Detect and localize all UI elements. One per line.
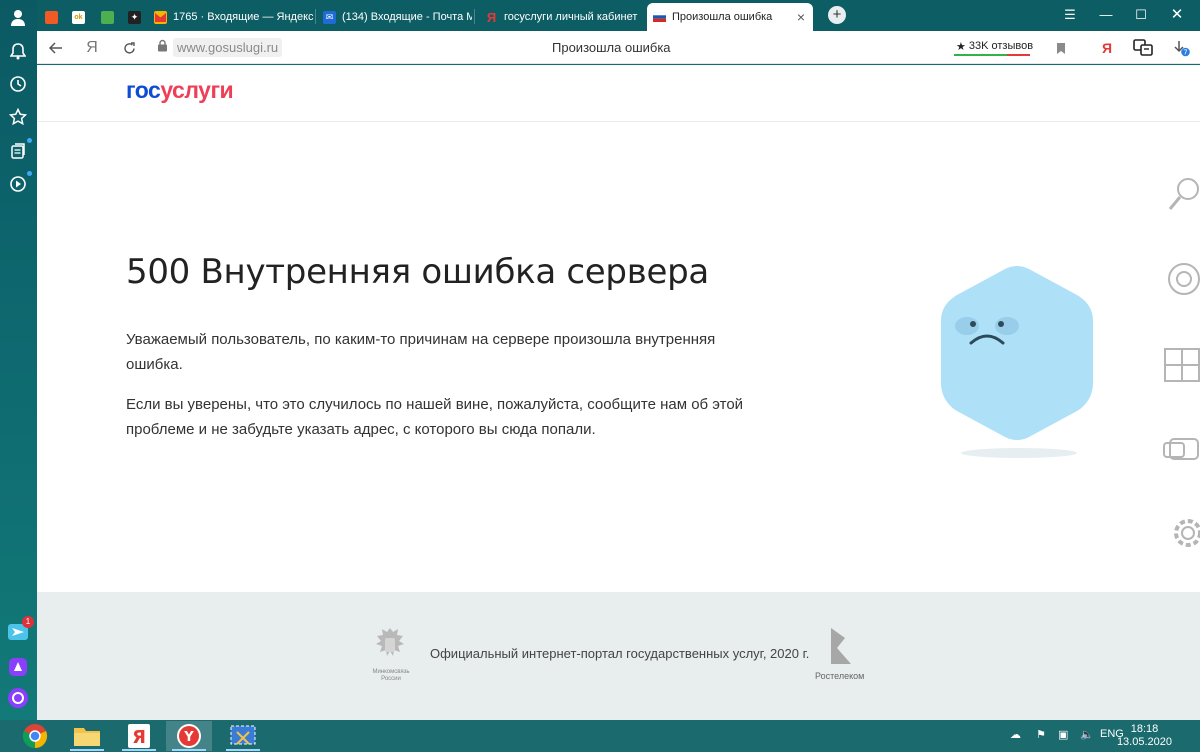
favicon-ok-icon: ok	[72, 10, 85, 24]
gosuslugi-logo[interactable]: госуслуги	[126, 77, 234, 104]
rostelecom-logo-icon[interactable]	[827, 626, 857, 666]
system-clock[interactable]: 18:18 13.05.2020	[1117, 723, 1172, 749]
page-title: Произошла ошибка	[552, 40, 671, 55]
tab-strip: ok ✦ 1765 · Входящие — Яндекс ✉ (134) Вх…	[37, 0, 1200, 31]
svg-text:Y: Y	[183, 730, 194, 745]
yandex-logo-icon: Я	[486, 9, 497, 25]
error-paragraph-1: Уважаемый пользователь, по каким-то прич…	[126, 331, 716, 373]
network-icon[interactable]	[1160, 257, 1200, 301]
alice-voice-icon[interactable]	[6, 686, 30, 710]
tab-pinned-4[interactable]: ✦	[122, 3, 148, 31]
windows-icon[interactable]	[1160, 343, 1200, 387]
error-paragraph-2: Если вы уверены, что это случилось по на…	[126, 396, 744, 438]
lock-icon	[157, 39, 168, 57]
tab-title: (134) Входящие - Почта Mail.ru	[342, 11, 472, 23]
tab-gosuslugi-search[interactable]: Я госуслуги личный кабинет	[479, 3, 639, 31]
close-tab-icon[interactable]: ×	[797, 9, 805, 25]
back-icon[interactable]	[46, 38, 66, 58]
reviews-button[interactable]: ★ 33K отзывов	[954, 37, 1035, 55]
url-text[interactable]: www.gosuslugi.ru	[173, 38, 283, 57]
translate-icon[interactable]	[1133, 38, 1153, 58]
settings-gear-icon[interactable]	[1160, 511, 1200, 555]
tab-title: Произошла ошибка	[672, 11, 773, 23]
alice-app-icon[interactable]	[6, 655, 30, 679]
collections-icon[interactable]	[6, 138, 32, 163]
tab-pinned-2[interactable]: ok	[66, 3, 92, 31]
russia-flag-icon	[653, 11, 666, 24]
favicon-orange-icon	[45, 10, 58, 24]
notifications-icon[interactable]	[6, 39, 30, 63]
mail-envelope-icon	[154, 10, 167, 24]
address-bar: Я www.gosuslugi.ru Произошла ошибка ★ 33…	[37, 31, 1200, 64]
video-icon[interactable]	[6, 171, 32, 196]
tab-yandex-mail[interactable]: 1765 · Входящие — Яндекс	[148, 3, 314, 31]
history-icon[interactable]	[6, 72, 30, 96]
tab-pinned-3[interactable]	[95, 3, 121, 31]
new-tab-button[interactable]: +	[828, 6, 846, 24]
browser-sidebar: 1	[0, 0, 37, 720]
sad-mascot-illustration	[927, 265, 1127, 470]
tray-flag-icon[interactable]: ⚑	[1036, 728, 1046, 741]
tab-title: госуслуги личный кабинет	[504, 11, 638, 23]
messenger-badge: 1	[22, 616, 34, 628]
windows-taskbar: Я Y ☁ ⚑ ▣ 🔈 ENG 18:18 13.05.2020	[0, 720, 1200, 752]
url-field[interactable]: www.gosuslugi.ru	[157, 38, 283, 57]
tab-pinned-1[interactable]	[39, 3, 65, 31]
error-title: 500 Внутренняя ошибка сервера	[126, 252, 709, 292]
ministry-caption: Минкомсвязь России	[372, 669, 410, 682]
svg-text:7: 7	[1183, 49, 1187, 57]
yandex-home-icon[interactable]: Я	[82, 38, 102, 58]
maximize-icon[interactable]: ☐	[1132, 6, 1150, 24]
devices-icon[interactable]	[1160, 427, 1200, 471]
reviews-rating-bar	[954, 54, 1030, 56]
favicon-star-icon: ✦	[128, 10, 141, 24]
tab-title: 1765 · Входящие — Яндекс	[173, 11, 314, 23]
downloads-icon[interactable]: 7	[1171, 38, 1191, 58]
clock-date: 13.05.2020	[1116, 736, 1172, 748]
menu-icon[interactable]: ☰	[1061, 6, 1079, 24]
close-window-icon[interactable]: ✕	[1168, 6, 1186, 24]
yandex-browser-taskbar-icon[interactable]: Я	[116, 721, 162, 751]
tray-volume-icon[interactable]: 🔈	[1080, 728, 1094, 741]
search-icon[interactable]	[1160, 173, 1200, 217]
clock-time: 18:18	[1130, 723, 1159, 735]
page-content: госуслуги 500 Внутренняя ошибка сервера …	[37, 65, 1200, 720]
tray-network-icon[interactable]: ▣	[1058, 728, 1068, 741]
reload-icon[interactable]	[119, 38, 139, 58]
profile-icon[interactable]	[6, 6, 30, 30]
tab-error-active[interactable]: Произошла ошибка ×	[647, 3, 813, 31]
minimize-icon[interactable]: —	[1097, 6, 1115, 24]
site-header: госуслуги	[37, 65, 1200, 122]
bookmark-flag-icon[interactable]	[1051, 38, 1071, 58]
star-icon: ★	[956, 40, 966, 53]
yandex-service-icon[interactable]: Я	[1097, 38, 1117, 58]
reviews-label: 33K отзывов	[968, 40, 1034, 52]
tab-mailru[interactable]: ✉ (134) Входящие - Почта Mail.ru	[317, 3, 472, 31]
explorer-taskbar-icon[interactable]	[64, 721, 110, 751]
mailru-envelope-icon: ✉	[323, 10, 336, 24]
svg-text:Я: Я	[132, 727, 146, 748]
chrome-taskbar-icon[interactable]	[12, 721, 58, 751]
yandex-taskbar-icon[interactable]: Y	[166, 721, 212, 751]
messenger-icon[interactable]: 1	[6, 616, 34, 644]
snipping-tool-taskbar-icon[interactable]	[220, 721, 266, 751]
rostelecom-caption: Ростелеком	[815, 671, 865, 681]
bookmarks-icon[interactable]	[6, 105, 30, 129]
favicon-green-icon	[101, 10, 114, 24]
site-footer: Минкомсвязь России Официальный интернет-…	[37, 592, 1200, 720]
footer-text: Официальный интернет-портал государствен…	[430, 646, 810, 661]
tray-cloud-icon[interactable]: ☁	[1010, 728, 1021, 741]
